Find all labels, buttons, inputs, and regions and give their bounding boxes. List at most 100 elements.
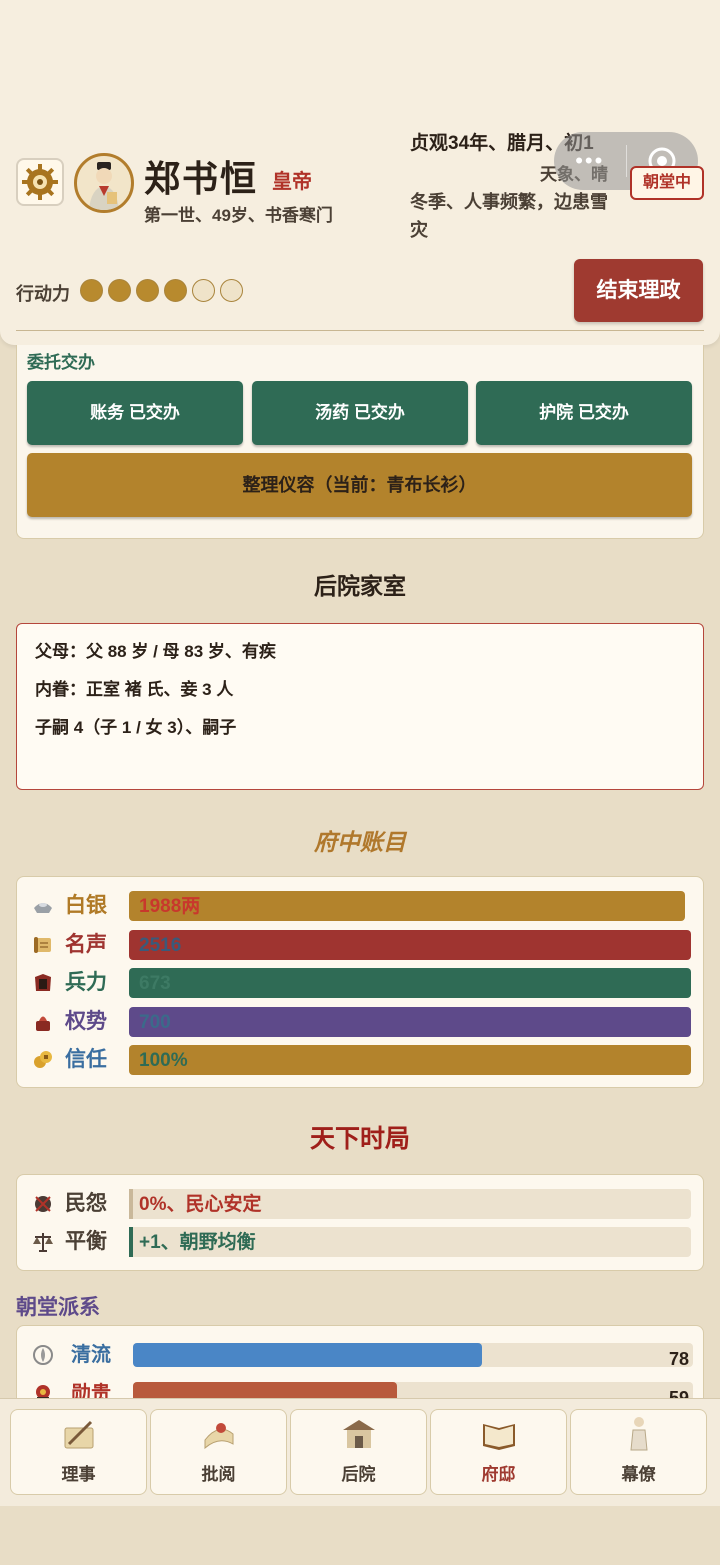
account-value: 1988两 bbox=[139, 896, 201, 917]
book-icon bbox=[431, 1410, 566, 1454]
account-label: 名声 bbox=[65, 932, 107, 956]
faction-bar bbox=[133, 1343, 483, 1367]
account-value: 673 bbox=[139, 973, 171, 995]
world-row: 民怨 0%、民心安定 bbox=[17, 1189, 705, 1219]
faction-row[interactable]: 清流 78 bbox=[17, 1343, 705, 1369]
seal-icon bbox=[31, 1010, 55, 1034]
delegate-medicine-button[interactable]: 汤药 已交办 bbox=[252, 381, 468, 445]
advisor-icon bbox=[571, 1410, 706, 1454]
faction-row[interactable]: 勋贵 59 bbox=[17, 1382, 705, 1398]
court-status-badge: 朝堂中 bbox=[630, 166, 704, 200]
brush-scroll-icon bbox=[11, 1410, 146, 1454]
family-card[interactable]: 父母：父 88 岁 / 母 83 岁、有疾 内眷：正室 褚 氏、妾 3 人 子嗣… bbox=[16, 623, 704, 790]
tab-2[interactable]: 后院 bbox=[290, 1409, 427, 1495]
account-bar bbox=[129, 929, 691, 960]
world-title: 天下时局 bbox=[309, 1124, 410, 1153]
faction-label: 清流 bbox=[71, 1344, 111, 1366]
action-point-filled bbox=[108, 279, 131, 302]
end-turn-button[interactable]: 结束理政 bbox=[574, 259, 703, 322]
account-label: 兵力 bbox=[65, 971, 107, 995]
player-subinfo: 第一世、49岁、书香寒门 bbox=[144, 206, 333, 225]
tab-label: 府邸 bbox=[481, 1465, 516, 1484]
world-marker bbox=[129, 1227, 133, 1257]
divider bbox=[16, 330, 704, 331]
action-points-label: 行动力 bbox=[16, 284, 70, 304]
tab-0[interactable]: 理事 bbox=[10, 1409, 147, 1495]
tab-4[interactable]: 幕僚 bbox=[570, 1409, 707, 1495]
account-label: 白银 bbox=[65, 894, 107, 917]
player-name: 郑书恒 bbox=[144, 158, 259, 199]
account-row: 名声 2516 bbox=[17, 929, 705, 960]
delegate-accounts-button[interactable]: 账务 已交办 bbox=[27, 381, 243, 445]
account-label: 权势 bbox=[65, 1009, 107, 1033]
world-label: 民怨 bbox=[65, 1192, 107, 1215]
account-value: 2516 bbox=[139, 934, 182, 956]
armor-icon bbox=[31, 971, 55, 995]
spouses-line: 内眷：正室 褚 氏、妾 3 人 bbox=[35, 680, 234, 699]
children-line: 子嗣 4（子 1 / 女 3）、嗣子 bbox=[35, 718, 237, 737]
account-value: 700 bbox=[139, 1011, 171, 1033]
action-point-filled bbox=[164, 279, 187, 302]
scholar-portrait-icon bbox=[89, 162, 119, 210]
memorial-icon bbox=[151, 1410, 286, 1454]
account-bar bbox=[129, 1006, 691, 1037]
tab-label: 批阅 bbox=[201, 1465, 236, 1484]
tab-label: 理事 bbox=[61, 1465, 96, 1484]
account-row: 兵力 673 bbox=[17, 968, 705, 999]
silver-ingot-icon bbox=[31, 894, 55, 918]
world-row: 平衡 +1、朝野均衡 bbox=[17, 1227, 705, 1257]
world-card: 民怨 0%、民心安定平衡 +1、朝野均衡 bbox=[16, 1174, 704, 1271]
season-note: 冬季、人事频繁，边患雪灾 bbox=[410, 192, 608, 240]
account-row: 白银 1988两 bbox=[17, 891, 705, 921]
delegation-title: 委托交办 bbox=[27, 353, 95, 372]
bottom-safe-area bbox=[0, 1506, 720, 1565]
factions-title: 朝堂派系 bbox=[16, 1296, 100, 1319]
more-menu-icon[interactable]: ••• bbox=[554, 148, 626, 174]
account-value: 100% bbox=[139, 1050, 188, 1072]
account-row: 信任 100% bbox=[17, 1045, 705, 1076]
outfit-button[interactable]: 整理仪容（当前：青布长衫） bbox=[27, 453, 692, 517]
world-label: 平衡 bbox=[65, 1230, 107, 1253]
account-bar bbox=[129, 1045, 691, 1076]
account-row: 权势 700 bbox=[17, 1006, 705, 1037]
account-label: 信任 bbox=[65, 1048, 107, 1072]
world-value: +1、朝野均衡 bbox=[139, 1232, 256, 1253]
world-value: 0%、民心安定 bbox=[139, 1194, 262, 1215]
noble-icon bbox=[31, 1382, 55, 1398]
parents-line: 父母：父 88 岁 / 母 83 岁、有疾 bbox=[35, 642, 276, 661]
courtyard-icon bbox=[291, 1410, 426, 1454]
rank-title: 皇帝 bbox=[272, 171, 312, 193]
action-points bbox=[80, 279, 243, 302]
family-title: 后院家室 bbox=[314, 573, 406, 600]
world-marker bbox=[129, 1189, 133, 1219]
accounts-card: 白银 1988两名声 2516 兵力 673 权势 700 信任 100% bbox=[16, 876, 704, 1088]
tab-label: 后院 bbox=[341, 1465, 376, 1484]
action-point-empty bbox=[220, 279, 243, 302]
bottom-tab-bar: 理事 批阅 后院 府邸 幕僚 bbox=[0, 1398, 720, 1506]
faction-value: 78 bbox=[668, 1349, 689, 1369]
account-bar bbox=[129, 891, 686, 921]
faction-bar bbox=[133, 1382, 398, 1398]
delegate-guard-button[interactable]: 护院 已交办 bbox=[476, 381, 692, 445]
delegation-card: 委托交办 账务 已交办 汤药 已交办 护院 已交办 整理仪容（当前：青布长衫） bbox=[16, 345, 704, 539]
action-point-filled bbox=[80, 279, 103, 302]
coins-icon bbox=[31, 1048, 55, 1072]
lotus-icon bbox=[31, 1343, 55, 1367]
unrest-icon bbox=[31, 1192, 55, 1216]
gear-icon bbox=[22, 164, 58, 200]
account-bar bbox=[129, 968, 691, 999]
action-point-empty bbox=[192, 279, 215, 302]
avatar[interactable] bbox=[74, 153, 134, 213]
action-point-filled bbox=[136, 279, 159, 302]
settings-button[interactable] bbox=[16, 158, 64, 206]
main-scroll[interactable]: 委托交办 账务 已交办 汤药 已交办 护院 已交办 整理仪容（当前：青布长衫） … bbox=[0, 345, 720, 1398]
scales-icon bbox=[31, 1230, 55, 1254]
faction-value: 59 bbox=[668, 1388, 689, 1398]
accounts-title: 府中账目 bbox=[314, 829, 406, 856]
factions-card: 清流 78 勋贵 59 bbox=[16, 1325, 704, 1398]
tab-1[interactable]: 批阅 bbox=[150, 1409, 287, 1495]
scroll-icon bbox=[31, 933, 55, 957]
faction-label: 勋贵 bbox=[71, 1383, 111, 1398]
tab-3[interactable]: 府邸 bbox=[430, 1409, 567, 1495]
tab-label: 幕僚 bbox=[621, 1465, 656, 1484]
